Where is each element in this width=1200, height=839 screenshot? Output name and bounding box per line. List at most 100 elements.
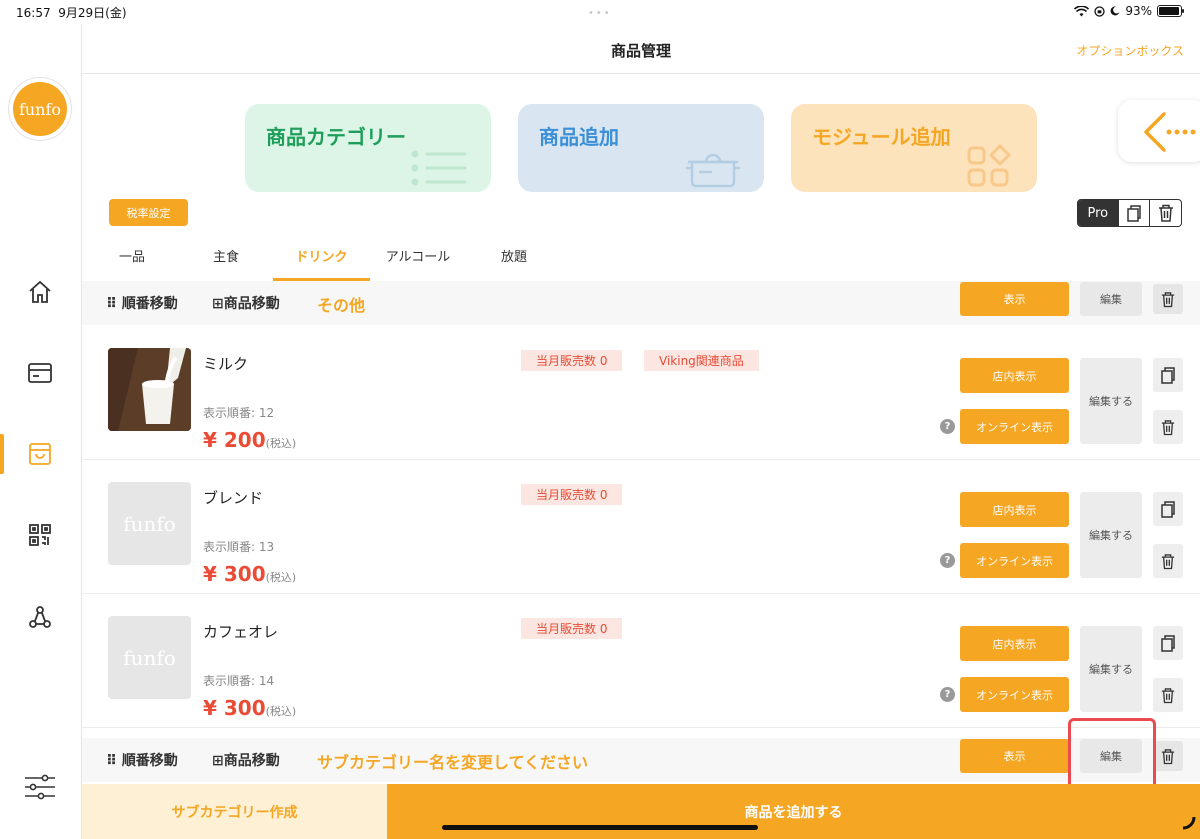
- reorder-handle[interactable]: ⠿ 順番移動: [106, 293, 178, 313]
- home-indicator[interactable]: [442, 825, 758, 830]
- edit-button[interactable]: 編集: [1080, 282, 1142, 316]
- grid-icon: ⊞: [212, 753, 224, 769]
- product-price: ¥ 200(税込): [203, 428, 297, 452]
- trash-icon[interactable]: [1153, 284, 1183, 314]
- tab-houdai[interactable]: 放題: [486, 246, 542, 265]
- sidebar: funfo: [0, 24, 82, 839]
- delete-mode-icon[interactable]: [1149, 200, 1181, 226]
- drag-handle-icon: ⠿: [106, 753, 117, 769]
- add-module-card[interactable]: モジュール追加: [791, 104, 1037, 192]
- create-subcategory-button[interactable]: サブカテゴリー作成: [82, 784, 387, 839]
- highlight-box: [1068, 718, 1156, 794]
- product-name: ミルク: [203, 355, 249, 373]
- option-box-link[interactable]: オプションボックス: [1076, 42, 1184, 59]
- tax-included-label: (税込): [265, 571, 297, 584]
- store-display-button[interactable]: 店内表示: [960, 358, 1069, 393]
- store-bag-icon[interactable]: [25, 439, 55, 469]
- moon-icon: [1110, 6, 1120, 16]
- move-product-button[interactable]: ⊞商品移動: [212, 293, 280, 313]
- list-icon: [411, 150, 467, 186]
- tab-alcohol[interactable]: アルコール: [376, 246, 460, 265]
- tab-shushoku[interactable]: 主食: [198, 246, 254, 265]
- tax-included-label: (税込): [265, 705, 297, 718]
- status-indicators: 93%: [1074, 4, 1184, 18]
- monthly-sales-badge: 当月販売数 0: [521, 350, 623, 371]
- battery-percent: 93%: [1125, 4, 1152, 18]
- online-display-button[interactable]: オンライン表示: [960, 543, 1069, 578]
- trash-icon[interactable]: [1153, 410, 1183, 444]
- trash-icon[interactable]: [1153, 678, 1183, 712]
- page-title: 商品管理: [610, 42, 671, 60]
- copy-icon[interactable]: [1153, 626, 1183, 660]
- subcategory-name[interactable]: サブカテゴリー名を変更してください: [317, 749, 588, 773]
- product-category-label: 商品カテゴリー: [266, 125, 406, 149]
- tax-setting-button[interactable]: 税率設定: [109, 199, 188, 226]
- monthly-sales-badge: 当月販売数 0: [521, 484, 623, 505]
- subcategory-row: ⠿ 順番移動 ⊞商品移動 その他 表示 編集: [82, 281, 1200, 325]
- payment-card-icon[interactable]: [25, 358, 55, 388]
- product-name: カフェオレ: [203, 623, 279, 641]
- active-nav-indicator: [0, 434, 4, 474]
- add-product-button[interactable]: 商品を追加する: [387, 784, 1200, 839]
- copy-icon[interactable]: [1153, 492, 1183, 526]
- product-row[interactable]: funfo ブレンド 表示順番: 13 ¥ 300(税込) 当月販売数 0 ? …: [82, 460, 1200, 594]
- corner-indicator-icon: [1182, 816, 1196, 830]
- pro-toggle[interactable]: Pro: [1078, 200, 1118, 226]
- add-product-card[interactable]: 商品追加: [518, 104, 764, 192]
- pro-toolbar: Pro: [1077, 199, 1182, 227]
- wifi-icon: [1074, 5, 1090, 16]
- monthly-sales-badge: 当月販売数 0: [521, 618, 623, 639]
- page-header: 商品管理 オプションボックス: [82, 24, 1200, 74]
- store-display-button[interactable]: 店内表示: [960, 492, 1069, 527]
- tax-included-label: (税込): [265, 437, 297, 450]
- reorder-handle[interactable]: ⠿ 順番移動: [106, 750, 178, 770]
- module-grid-icon: [967, 144, 1011, 187]
- edit-product-button[interactable]: 編集する: [1080, 492, 1142, 578]
- help-icon[interactable]: ?: [940, 419, 955, 434]
- multitask-dots[interactable]: •••: [588, 8, 612, 19]
- edit-product-button[interactable]: 編集する: [1080, 358, 1142, 444]
- grid-icon: ⊞: [212, 296, 224, 312]
- app-logo[interactable]: funfo: [8, 77, 72, 141]
- category-tabs: 一品 主食 ドリンク アルコール 放題: [82, 237, 1200, 281]
- network-share-icon[interactable]: [25, 602, 55, 632]
- move-product-button[interactable]: ⊞商品移動: [212, 750, 280, 770]
- online-display-button[interactable]: オンライン表示: [960, 409, 1069, 444]
- back-more-icon: [1144, 112, 1196, 152]
- show-button[interactable]: 表示: [960, 282, 1069, 316]
- show-button[interactable]: 表示: [960, 739, 1069, 773]
- trash-icon[interactable]: [1153, 741, 1183, 771]
- viking-badge: Viking関連商品: [644, 350, 759, 371]
- logo-text: funfo: [13, 82, 67, 136]
- product-price: ¥ 300(税込): [203, 562, 297, 586]
- edit-product-button[interactable]: 編集する: [1080, 626, 1142, 712]
- more-options-button[interactable]: [1118, 100, 1200, 162]
- help-icon[interactable]: ?: [940, 687, 955, 702]
- product-image-milk: [108, 348, 191, 431]
- drag-handle-icon: ⠿: [106, 296, 117, 312]
- home-icon[interactable]: [25, 277, 55, 307]
- subcategory-row: ⠿ 順番移動 ⊞商品移動 サブカテゴリー名を変更してください 表示 編集: [82, 738, 1200, 782]
- lock-rotation-icon: [1094, 5, 1105, 17]
- tab-ippin[interactable]: 一品: [104, 246, 160, 265]
- product-category-card[interactable]: 商品カテゴリー: [245, 104, 491, 192]
- add-product-label: 商品追加: [539, 125, 619, 149]
- product-row[interactable]: funfo カフェオレ 表示順番: 14 ¥ 300(税込) 当月販売数 0 ?…: [82, 594, 1200, 728]
- display-order: 表示順番: 14: [203, 674, 275, 688]
- product-image-placeholder: funfo: [108, 616, 191, 699]
- copy-icon[interactable]: [1153, 358, 1183, 392]
- qr-code-icon[interactable]: [25, 520, 55, 550]
- product-row[interactable]: ミルク 表示順番: 12 ¥ 200(税込) 当月販売数 0 Viking関連商…: [82, 326, 1200, 460]
- subcategory-name[interactable]: その他: [317, 292, 365, 316]
- store-display-button[interactable]: 店内表示: [960, 626, 1069, 661]
- online-display-button[interactable]: オンライン表示: [960, 677, 1069, 712]
- product-price: ¥ 300(税込): [203, 696, 297, 720]
- settings-sliders-icon[interactable]: [22, 772, 58, 802]
- product-image-placeholder: funfo: [108, 482, 191, 565]
- help-icon[interactable]: ?: [940, 553, 955, 568]
- pot-icon: [686, 153, 740, 188]
- copy-mode-icon[interactable]: [1117, 200, 1150, 226]
- add-module-label: モジュール追加: [812, 125, 951, 149]
- tab-drink[interactable]: ドリンク: [273, 246, 370, 265]
- trash-icon[interactable]: [1153, 544, 1183, 578]
